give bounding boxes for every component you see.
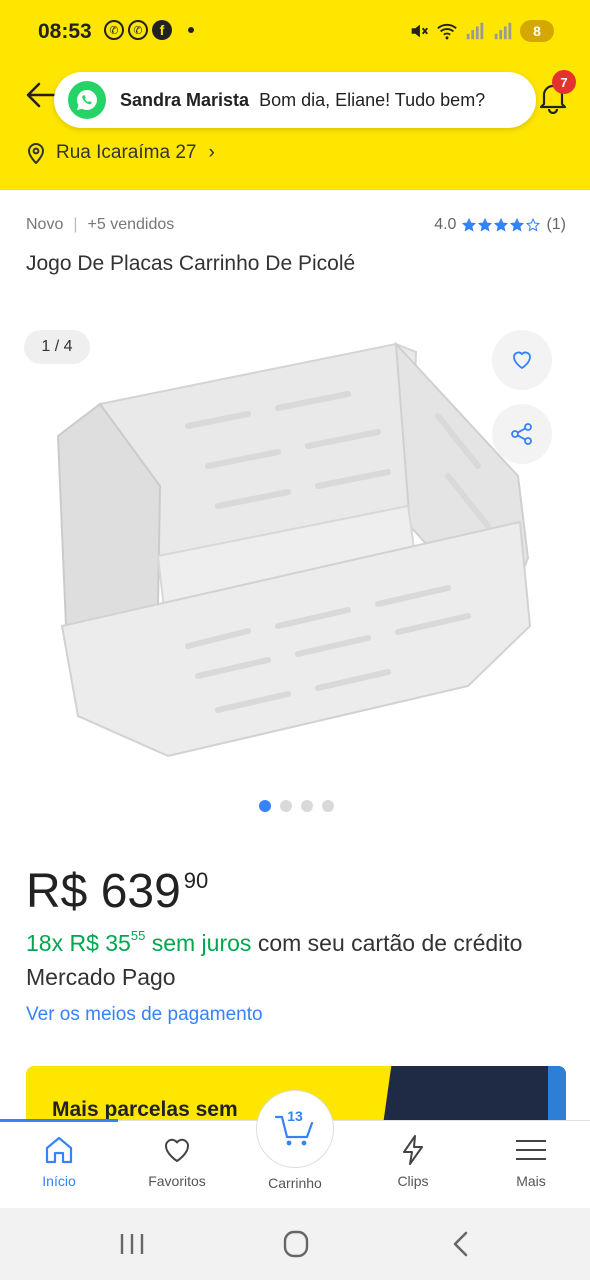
wifi-icon bbox=[437, 23, 457, 40]
menu-icon bbox=[516, 1140, 546, 1160]
pagination-dot[interactable] bbox=[258, 800, 271, 812]
notifications-badge: 7 bbox=[552, 70, 576, 94]
cart-count-badge: 13 bbox=[287, 1108, 303, 1124]
nav-item-favoritos[interactable]: Favoritos bbox=[118, 1133, 236, 1189]
signal-icon bbox=[494, 22, 512, 40]
star-empty-icon bbox=[526, 218, 541, 232]
notification-message: Bom dia, Eliane! Tudo bem? bbox=[259, 89, 486, 110]
mute-icon bbox=[411, 24, 428, 38]
facebook-status-icon: f bbox=[152, 20, 172, 40]
more-notifications-dot-icon bbox=[188, 27, 194, 33]
share-button[interactable] bbox=[492, 404, 552, 464]
product-title: Jogo De Placas Carrinho De Picolé bbox=[26, 252, 356, 275]
product-gallery[interactable]: 1 / 4 bbox=[0, 318, 590, 788]
favorite-button[interactable] bbox=[492, 330, 552, 390]
share-icon bbox=[511, 423, 532, 445]
rating-stars bbox=[462, 218, 541, 232]
heart-icon bbox=[164, 1138, 190, 1162]
notification-sender: Sandra Marista bbox=[120, 89, 250, 110]
star-filled-icon bbox=[462, 218, 477, 232]
nav-label: Carrinho bbox=[268, 1175, 322, 1191]
nav-label: Clips bbox=[397, 1173, 429, 1189]
pagination-dot[interactable] bbox=[279, 800, 292, 812]
pagination-dot[interactable] bbox=[321, 800, 334, 812]
status-bar: 08:53 ✆ ✆ f 8 bbox=[0, 0, 590, 66]
whatsapp-status-icon: ✆ bbox=[128, 20, 148, 40]
nav-item-mais[interactable]: Mais bbox=[472, 1133, 590, 1189]
delivery-address[interactable]: Rua Icaraíma 27 › bbox=[26, 142, 215, 164]
star-filled-icon bbox=[494, 218, 509, 232]
status-system-icons: 8 bbox=[408, 20, 554, 42]
nav-label: Mais bbox=[516, 1173, 546, 1189]
whatsapp-notification[interactable]: Sandra Marista Bom dia, Eliane! Tudo bem… bbox=[54, 72, 536, 128]
heart-icon bbox=[513, 351, 531, 369]
nav-label: Favoritos bbox=[148, 1173, 206, 1189]
image-counter: 1 / 4 bbox=[24, 330, 90, 364]
product-sold-count: +5 vendidos bbox=[87, 216, 175, 233]
image-pagination-dots[interactable] bbox=[0, 800, 590, 812]
star-filled-icon bbox=[478, 218, 493, 232]
product-condition: Novo bbox=[26, 216, 64, 233]
payment-methods-link[interactable]: Ver os meios de pagamento bbox=[26, 1004, 263, 1026]
signal-icon bbox=[466, 22, 484, 40]
rating-value: 4.0 bbox=[434, 216, 457, 233]
battery-indicator: 8 bbox=[520, 20, 554, 42]
rating-count: (1) bbox=[546, 216, 566, 233]
product-rating[interactable]: 4.0 (1) bbox=[434, 216, 566, 234]
price-cents: 90 bbox=[183, 868, 209, 893]
installments-amount: 18x R$ 3555 sem juros bbox=[26, 928, 252, 956]
address-text: Rua Icaraíma 27 bbox=[56, 142, 197, 163]
chevron-right-icon: › bbox=[208, 142, 215, 163]
nav-item-inicio[interactable]: Início bbox=[0, 1133, 118, 1189]
whatsapp-icon bbox=[68, 81, 106, 119]
back-arrow-icon[interactable] bbox=[24, 78, 58, 112]
star-filled-icon bbox=[510, 218, 525, 232]
location-pin-icon bbox=[27, 143, 45, 164]
status-time: 08:53 bbox=[38, 20, 92, 43]
nav-item-carrinho[interactable] bbox=[256, 1090, 334, 1168]
pagination-dot[interactable] bbox=[300, 800, 313, 812]
product-meta: Novo | +5 vendidos bbox=[26, 216, 174, 234]
recent-apps-icon[interactable] bbox=[112, 1228, 152, 1260]
installments-info: 18x R$ 3555 sem juros com seu cartão de … bbox=[26, 926, 566, 994]
status-notification-icons: ✆ ✆ f bbox=[104, 20, 194, 40]
product-price: R$ 639 90 bbox=[26, 864, 208, 920]
nav-item-clips[interactable]: Clips bbox=[354, 1133, 472, 1189]
nav-active-indicator bbox=[0, 1119, 118, 1122]
whatsapp-status-icon: ✆ bbox=[104, 20, 124, 40]
lightning-icon bbox=[403, 1135, 423, 1165]
meta-separator: | bbox=[73, 216, 78, 233]
home-icon bbox=[45, 1136, 73, 1164]
nav-label: Início bbox=[42, 1173, 76, 1189]
home-button-icon[interactable] bbox=[276, 1228, 316, 1260]
app-header: 08:53 ✆ ✆ f 8 7 Sandra Marista Bom dia, … bbox=[0, 0, 590, 190]
price-main: R$ 639 bbox=[26, 865, 181, 918]
back-button-icon[interactable] bbox=[442, 1228, 482, 1260]
system-navigation-bar bbox=[0, 1208, 590, 1280]
product-image[interactable] bbox=[48, 326, 548, 766]
